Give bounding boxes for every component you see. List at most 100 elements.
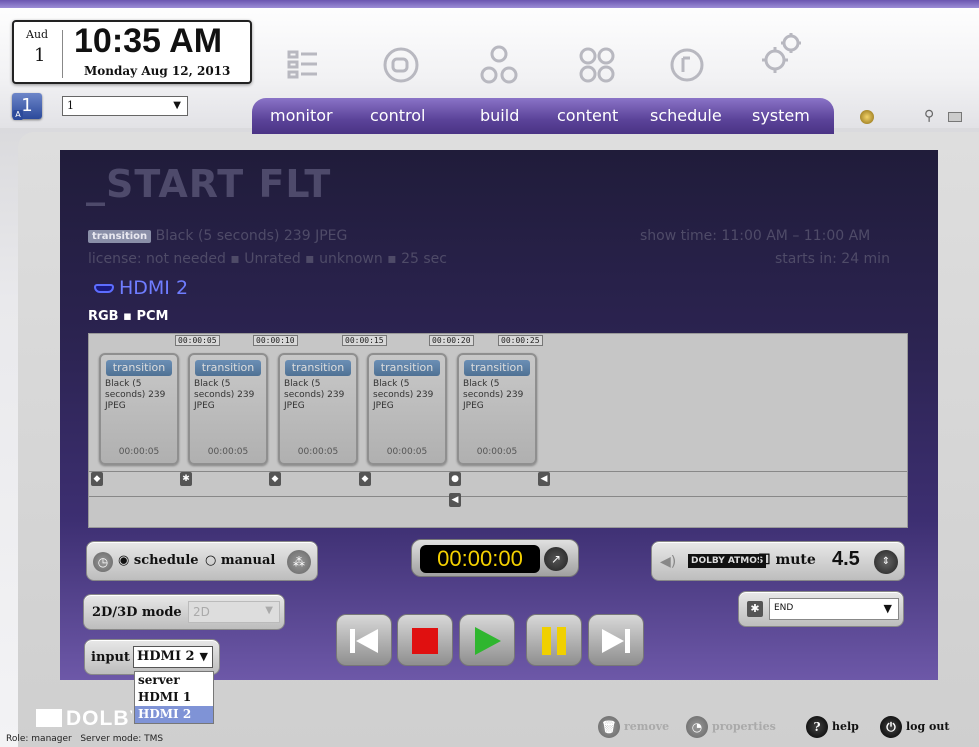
clip-text: Black (5 seconds) 239 JPEG [194, 379, 255, 411]
mute-label: mute [775, 552, 816, 568]
mode-box: 2D/3D mode 2D ▼ [83, 594, 285, 630]
system-icon[interactable] [756, 28, 806, 78]
schedule-icon: ◷ [93, 552, 113, 572]
control-icon[interactable] [376, 40, 426, 90]
end-box: ✱ END ▼ [738, 591, 904, 627]
tab-monitor[interactable]: monitor [270, 106, 333, 125]
manual-radio[interactable]: ○ manual [205, 553, 275, 568]
help-icon: ? [806, 716, 828, 738]
timeline[interactable]: 00:00:05 00:00:10 00:00:15 00:00:20 00:0… [88, 333, 908, 528]
screen-sub-label: A [13, 110, 23, 120]
clip-tag: transition [106, 360, 172, 376]
remove-button[interactable]: 🗑 remove [598, 716, 669, 738]
clip-text: Black (5 seconds) 239 JPEG [373, 379, 434, 411]
show-title: _START FLT [86, 162, 332, 206]
content-icon[interactable] [572, 40, 622, 90]
timeline-track-line [89, 496, 907, 497]
volume-value: 4.5 [832, 548, 860, 570]
screen-select[interactable]: 1 ▼ [62, 96, 188, 116]
sound-cue-icon[interactable]: ◀ [538, 472, 550, 486]
sound-cue-icon[interactable]: ◀ [449, 493, 461, 507]
input-label: input [91, 650, 130, 665]
timestamp-label: 00:00:20 [429, 335, 474, 346]
chevron-down-icon: ▼ [883, 602, 892, 615]
skip-forward-button[interactable] [588, 614, 644, 666]
tab-content[interactable]: content [557, 106, 618, 125]
timestamp-label: 00:00:15 [342, 335, 387, 346]
timer-box: 00:00:00 ↗ [411, 539, 579, 577]
clip-text: Black (5 seconds) 239 JPEG [284, 379, 345, 411]
clock-divider [62, 30, 63, 78]
tab-system[interactable]: system [752, 106, 810, 125]
screen-badge[interactable]: 1 A [12, 93, 42, 120]
cue-marker-icon[interactable]: ● [449, 472, 461, 486]
speaker-icon[interactable]: ◀) [660, 554, 676, 570]
role-line: Role: manager Server mode: TMS [6, 734, 163, 744]
properties-button[interactable]: ◔ properties [686, 716, 776, 738]
end-select-value: END [774, 603, 794, 613]
clip-tag: transition [464, 360, 530, 376]
input-source-line: HDMI 2 [94, 277, 188, 299]
play-button[interactable] [459, 614, 515, 666]
timeline-clip[interactable]: transition Black (5 seconds) 239 JPEG 00… [188, 353, 268, 465]
monitor-icon[interactable] [278, 40, 328, 90]
schedule-icon[interactable] [662, 40, 712, 90]
cue-marker-icon[interactable]: ◆ [91, 472, 103, 486]
timeline-clip[interactable]: transition Black (5 seconds) 239 JPEG 00… [367, 353, 447, 465]
input-select[interactable]: HDMI 2 ▼ [133, 646, 213, 668]
build-icon[interactable] [474, 40, 524, 90]
dolby-logo: DOLBY [36, 707, 132, 731]
build-icon[interactable]: ⁂ [287, 550, 311, 574]
help-button[interactable]: ? help [806, 716, 859, 738]
current-item-description: Black (5 seconds) 239 JPEG [155, 228, 348, 244]
clip-duration: 00:00:05 [118, 447, 160, 457]
clock-widget: Aud 1 10:35 AM Monday Aug 12, 2013 [12, 20, 252, 84]
manual-radio-label: manual [220, 553, 276, 568]
chevron-down-icon: ▼ [173, 100, 181, 111]
input-option-server[interactable]: server [135, 672, 213, 689]
timer-go-icon[interactable]: ↗ [544, 547, 568, 571]
auditorium-number: 1 [34, 45, 46, 66]
timeline-clip[interactable]: transition Black (5 seconds) 239 JPEG 00… [278, 353, 358, 465]
chevron-down-icon: ▼ [265, 605, 273, 616]
cue-marker-icon[interactable]: ✱ [180, 472, 192, 486]
logout-button[interactable]: ⏻ log out [880, 716, 949, 738]
logout-icon: ⏻ [880, 716, 902, 738]
mute-checkbox[interactable]: ☐ mute [758, 552, 816, 568]
input-box: input HDMI 2 ▼ [84, 639, 220, 675]
timer-display: 00:00:00 [420, 545, 540, 573]
chevron-down-icon: ▼ [199, 650, 208, 663]
transition-tag: transition [88, 229, 152, 243]
clip-duration: 00:00:05 [386, 447, 428, 457]
clip-tag: transition [374, 360, 440, 376]
status-light-icon[interactable] [860, 110, 874, 124]
tab-schedule[interactable]: schedule [650, 106, 722, 125]
audio-box: ◀) DOLBY ATMOS ☐ mute 4.5 ⇕ [651, 541, 905, 581]
mode-select[interactable]: 2D ▼ [188, 601, 280, 623]
input-option-hdmi1[interactable]: HDMI 1 [135, 689, 213, 706]
schedule-radio[interactable]: ◉ schedule [118, 553, 199, 568]
timeline-clip[interactable]: transition Black (5 seconds) 239 JPEG 00… [99, 353, 179, 465]
end-select[interactable]: END ▼ [769, 598, 899, 620]
skip-back-button[interactable] [336, 614, 392, 666]
display-icon [948, 112, 962, 122]
timeline-clip[interactable]: transition Black (5 seconds) 239 JPEG 00… [457, 353, 537, 465]
help-label: help [832, 720, 859, 733]
cue-marker-icon[interactable]: ◆ [269, 472, 281, 486]
stop-button[interactable] [397, 614, 453, 666]
volume-stepper-icon[interactable]: ⇕ [874, 550, 898, 574]
cue-icon: ✱ [747, 601, 763, 617]
license-line: license: not needed ▪ Unrated ▪ unknown … [88, 251, 447, 267]
pause-icon [542, 627, 566, 655]
mode-label: 2D/3D mode [92, 605, 182, 620]
tab-control[interactable]: control [370, 106, 425, 125]
input-select-value: HDMI 2 [137, 649, 195, 664]
tab-build[interactable]: build [480, 106, 519, 125]
schedule-radio-label: schedule [133, 553, 199, 568]
mode-select-value: 2D [193, 605, 210, 619]
cue-marker-icon[interactable]: ◆ [359, 472, 371, 486]
clip-text: Black (5 seconds) 239 JPEG [105, 379, 166, 411]
pause-button[interactable] [526, 614, 582, 666]
input-option-hdmi2[interactable]: HDMI 2 [135, 706, 213, 723]
play-icon [475, 627, 501, 655]
